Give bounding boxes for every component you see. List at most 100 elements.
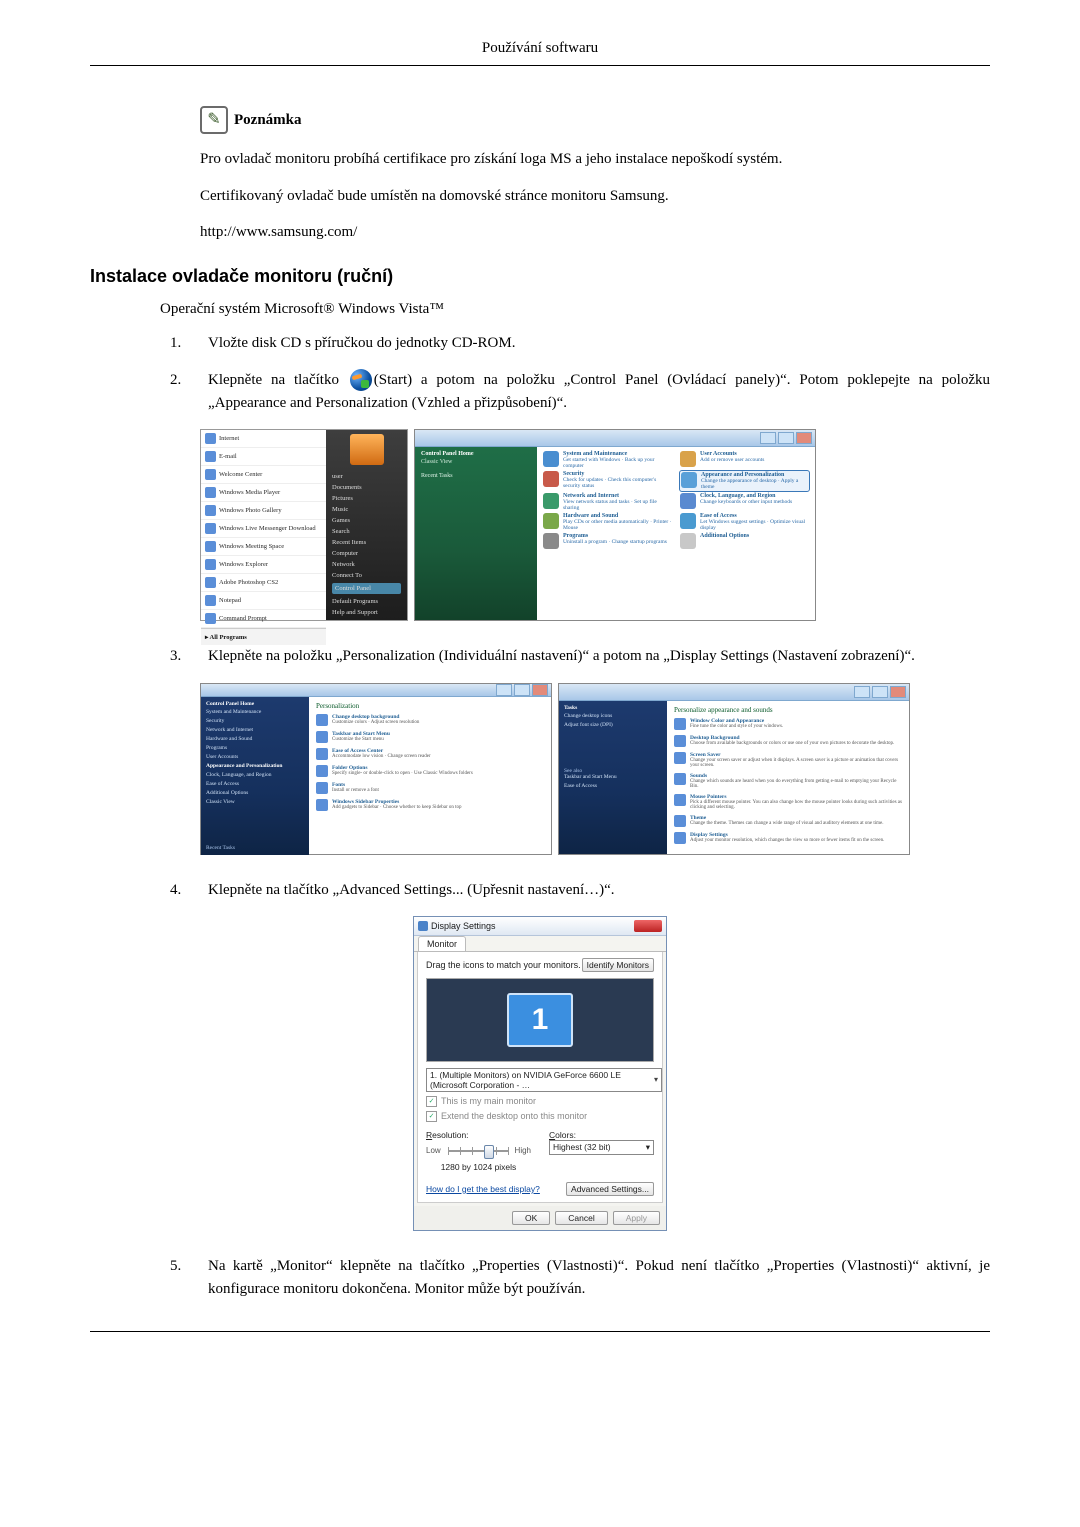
- step-2: 2. Klepněte na tlačítko (Start) a potom …: [170, 369, 990, 416]
- cp2-entry: Taskbar and Start Menu: [332, 731, 390, 737]
- step-1: 1. Vložte disk CD s příručkou do jednotk…: [170, 332, 990, 355]
- step-4: 4. Klepněte na tlačítko „Advanced Settin…: [170, 879, 990, 902]
- cp-sub: Change the appearance of desktop · Apply…: [701, 478, 808, 490]
- note-paragraph-2: Certifikovaný ovladač bude umístěn na do…: [200, 185, 990, 208]
- monitor-select[interactable]: 1. (Multiple Monitors) on NVIDIA GeForce…: [426, 1068, 662, 1092]
- help-link[interactable]: How do I get the best display?: [426, 1184, 540, 1194]
- monitor-arrangement[interactable]: 1: [426, 978, 654, 1062]
- startmenu-item: Welcome Center: [219, 471, 262, 478]
- cp2b-title: Personalize appearance and sounds: [674, 706, 902, 714]
- os-line: Operační systém Microsoft® Windows Vista…: [160, 301, 990, 318]
- cp-side-recent: Recent Tasks: [421, 473, 531, 479]
- resolution-value: 1280 by 1024 pixels: [426, 1162, 531, 1172]
- cp-side-title: Control Panel Home: [421, 451, 531, 457]
- cp-cat: Additional Options: [700, 533, 749, 539]
- startmenu-item: Notepad: [219, 597, 241, 604]
- cp2-entry-sub: Specify single- or double-click to open …: [332, 771, 473, 776]
- step-number: 1.: [170, 332, 188, 355]
- screenshot-display-settings: Display Settings Monitor Drag the icons …: [413, 916, 667, 1231]
- cp2-side-item: Security: [206, 718, 304, 724]
- slider-thumb-icon[interactable]: [484, 1145, 494, 1159]
- cp2b-entry-sub: Change the theme. Themes can change a wi…: [690, 821, 883, 826]
- step-number: 4.: [170, 879, 188, 902]
- max-icon: [778, 432, 794, 444]
- cp2b-entry-sub: Change which sounds are heard when you d…: [690, 779, 902, 789]
- cp2-side-title: Control Panel Home: [206, 701, 304, 707]
- resolution-slider[interactable]: Low High: [426, 1143, 531, 1159]
- meeting-icon: [205, 541, 216, 552]
- clock-icon: [680, 493, 696, 509]
- apply-button: Apply: [613, 1211, 660, 1225]
- step-text: Klepněte na tlačítko (Start) a potom na …: [208, 369, 990, 416]
- colors-select[interactable]: Highest (32 bit) ▾: [549, 1140, 654, 1155]
- ease-icon: [680, 513, 696, 529]
- window-titlebar: [559, 684, 909, 701]
- cancel-button[interactable]: Cancel: [555, 1211, 607, 1225]
- colors-label: Colors:: [549, 1130, 654, 1140]
- sm-right-item: Games: [332, 517, 401, 524]
- sm-right-item: Pictures: [332, 495, 401, 502]
- monitor-icon[interactable]: 1: [507, 993, 573, 1047]
- dialog-titlebar: Display Settings: [414, 917, 666, 936]
- step-number: 5.: [170, 1255, 188, 1302]
- welcome-icon: [205, 469, 216, 480]
- display-dlg-icon: [418, 921, 428, 931]
- all-programs: ▸ All Programs: [201, 628, 326, 645]
- cp2-entry-sub: Add gadgets to Sidebar · Choose whether …: [332, 805, 462, 810]
- cp-sub: Change keyboards or other input methods: [700, 499, 792, 505]
- tab-monitor[interactable]: Monitor: [418, 936, 466, 951]
- startmenu-item: E-mail: [219, 453, 237, 460]
- screenshot-set-2: Control Panel Home System and Maintenanc…: [200, 683, 990, 855]
- cp-sub: Add or remove user accounts: [700, 457, 764, 463]
- advanced-settings-button[interactable]: Advanced Settings...: [566, 1182, 654, 1196]
- dialog-title: Display Settings: [431, 921, 496, 931]
- startmenu-item: Command Prompt: [219, 615, 267, 622]
- startmenu-item: Windows Photo Gallery: [219, 507, 282, 514]
- sm-right-item: Computer: [332, 550, 401, 557]
- security-icon: [543, 471, 559, 487]
- startmenu-item: Windows Explorer: [219, 561, 268, 568]
- cp2b-entry-sub: Pick a different mouse pointer. You can …: [690, 800, 902, 810]
- addopt-icon: [680, 533, 696, 549]
- step-text: Klepněte na tlačítko „Advanced Settings.…: [208, 879, 615, 902]
- internet-icon: [205, 433, 216, 444]
- step-5: 5. Na kartě „Monitor“ klepněte na tlačít…: [170, 1255, 990, 1302]
- max-icon: [514, 684, 530, 696]
- folder-icon: [316, 765, 328, 777]
- sm-right-item: Help and Support: [332, 609, 401, 616]
- step-text: Na kartě „Monitor“ klepněte na tlačítko …: [208, 1255, 990, 1302]
- min-icon: [854, 686, 870, 698]
- note-icon: ✎: [200, 106, 228, 134]
- note-url: http://www.samsung.com/: [200, 221, 990, 244]
- cp2b-entry-sub: Adjust your monitor resolution, which ch…: [690, 838, 884, 843]
- theme-icon: [674, 815, 686, 827]
- cp-sub: Get started with Windows · Back up your …: [563, 457, 672, 469]
- startmenu-item: Windows Media Player: [219, 489, 280, 496]
- cp2-title: Personalization: [316, 702, 544, 710]
- close-icon[interactable]: [634, 920, 662, 932]
- cp-sub: Let Windows suggest settings · Optimize …: [700, 519, 809, 531]
- window-titlebar: [201, 684, 551, 697]
- top-rule: [90, 65, 990, 66]
- programs-icon: [543, 533, 559, 549]
- note-row: ✎ Poznámka: [200, 106, 990, 134]
- cp-sub: Uninstall a program · Change startup pro…: [563, 539, 667, 545]
- eac-icon: [316, 748, 328, 760]
- cp-sub: View network status and tasks · Set up f…: [563, 499, 672, 511]
- cp-sub: Check for updates · Check this computer'…: [563, 477, 672, 489]
- personalization-icon: [316, 714, 328, 726]
- cp2b-side-item: Adjust font size (DPI): [564, 722, 662, 728]
- sidebar-icon: [316, 799, 328, 811]
- identify-monitors-button[interactable]: Identify Monitors: [582, 958, 654, 972]
- cp2b-side-foot-item: Ease of Access: [564, 783, 662, 789]
- cp2b-side-foot-item: Taskbar and Start Menu: [564, 774, 662, 780]
- chk-extend-desktop: ✓ Extend the desktop onto this monitor: [426, 1111, 654, 1122]
- cp2-side-item: Additional Options: [206, 790, 304, 796]
- cp2-side-item: Classic View: [206, 799, 304, 805]
- ok-button[interactable]: OK: [512, 1211, 550, 1225]
- sm-right-control-panel: Control Panel: [332, 583, 401, 594]
- chk-label: Extend the desktop onto this monitor: [441, 1111, 587, 1121]
- ps-icon: [205, 577, 216, 588]
- resolution-label: Resolution:: [426, 1130, 531, 1140]
- sm-right-item: Default Programs: [332, 598, 401, 605]
